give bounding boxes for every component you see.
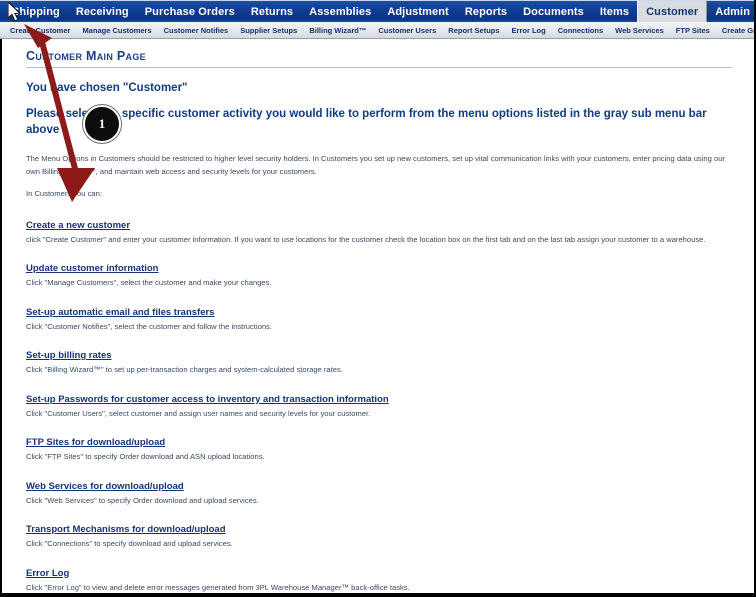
nav-item-label: Documents [523,5,584,18]
list-item: FTP Sites for download/upload Click "FTP… [26,432,732,464]
subnav-item-billing-wizard[interactable]: Billing Wizard™ [303,26,372,35]
subnav-item-label: Billing Wizard™ [309,25,367,35]
title-divider [26,67,732,68]
subnav-item-label: Customer Notifies [163,25,229,35]
primary-navigation-bar: Shipping Receiving Purchase Orders Retur… [0,0,756,22]
subnav-item-customer-notifies[interactable]: Customer Notifies [158,26,235,35]
entry-description: Click "Error Log" to view and delete err… [26,582,410,592]
subnav-item-report-setups[interactable]: Report Setups [442,26,505,35]
page-content: Customer Main Page You have chosen "Cust… [0,39,756,593]
entry-description: Click "Connections" to specify download … [26,539,233,549]
link-setup-billing-rates[interactable]: Set-up billing rates [26,350,112,361]
subnav-item-error-log[interactable]: Error Log [506,26,552,35]
nav-item-adjustment[interactable]: Adjustment [379,1,457,22]
instruction-heading: Please select the specific customer acti… [26,108,707,136]
subnav-item-create-group[interactable]: Create Group [716,26,756,35]
subnav-item-label: Supplier Setups [240,25,298,35]
subnav-item-label: Report Setups [448,25,500,35]
nav-item-assemblies[interactable]: Assemblies [301,1,379,22]
list-item: Set-up Passwords for customer access to … [26,389,732,421]
nav-item-items[interactable]: Items [592,1,637,22]
nav-item-receiving[interactable]: Receiving [68,1,137,22]
nav-item-reports[interactable]: Reports [457,1,515,22]
list-item: Update customer information Click "Manag… [26,258,732,290]
entry-description: Click "Billing Wizard™" to set up per-tr… [26,365,343,375]
link-create-a-new-customer[interactable]: Create a new customer [26,220,130,231]
link-update-customer-information[interactable]: Update customer information [26,263,159,274]
application-screen: Shipping Receiving Purchase Orders Retur… [0,0,756,597]
page-title: Customer Main Page [26,49,146,63]
secondary-navigation-bar: Create Customer Manage Customers Custome… [0,22,756,39]
entry-description: click "Create Customer" and enter your c… [26,234,706,244]
nav-item-label: Adjustment [387,5,449,18]
nav-item-purchase-orders[interactable]: Purchase Orders [137,1,243,22]
nav-item-returns[interactable]: Returns [243,1,301,22]
subnav-item-label: Create Customer [10,25,71,35]
list-item: Web Services for download/upload Click "… [26,476,732,508]
link-setup-passwords-for-customer-access[interactable]: Set-up Passwords for customer access to … [26,394,389,405]
link-ftp-sites-for-download-upload[interactable]: FTP Sites for download/upload [26,437,165,448]
subnav-item-label: Manage Customers [82,25,152,35]
nav-item-label: Customer [646,5,699,18]
nav-item-label: Assemblies [309,5,372,18]
entry-description: Click "Customer Users", select customer … [26,408,371,418]
link-web-services-for-download-upload[interactable]: Web Services for download/upload [26,481,184,492]
subnav-item-label: Web Services [615,25,664,35]
nav-item-label: Reports [464,5,508,18]
frame-border-bottom [0,593,756,597]
subnav-item-create-customer[interactable]: Create Customer [4,26,76,35]
nav-item-label: Purchase Orders [144,5,235,18]
subnav-item-web-services[interactable]: Web Services [609,26,670,35]
subnav-item-connections[interactable]: Connections [552,26,609,35]
nav-item-customer[interactable]: Customer [637,1,708,22]
nav-item-shipping[interactable]: Shipping [4,1,68,22]
entry-description: Click "Web Services" to specify Order do… [26,495,259,505]
entry-description: Click "Manage Customers", select the cus… [26,278,272,288]
list-intro-text: In Customers you can: [26,188,102,198]
nav-item-documents[interactable]: Documents [515,1,592,22]
list-item: Error Log Click "Error Log" to view and … [26,563,732,593]
subnav-item-label: Connections [557,25,604,35]
nav-item-label: Shipping [12,5,60,18]
subnav-item-label: Error Log [511,25,546,35]
link-setup-automatic-email-and-files-transfers[interactable]: Set-up automatic email and files transfe… [26,307,214,318]
overview-paragraph: The Menu Options in Customers should be … [26,154,725,177]
list-item: Transport Mechanisms for download/upload… [26,519,732,551]
nav-item-admin[interactable]: Admin [707,1,756,22]
list-item: Set-up billing rates Click "Billing Wiza… [26,345,732,377]
chosen-module-heading: You have chosen "Customer" [26,82,188,94]
frame-border-left [0,39,2,597]
subnav-item-customer-users[interactable]: Customer Users [372,26,442,35]
list-item: Set-up automatic email and files transfe… [26,302,732,334]
link-error-log[interactable]: Error Log [26,568,69,579]
subnav-item-manage-customers[interactable]: Manage Customers [76,26,157,35]
subnav-item-label: Customer Users [378,25,437,35]
nav-item-label: Receiving [75,5,129,18]
subnav-item-label: Create Group [721,25,756,35]
entry-description: Click "Customer Notifies", select the cu… [26,321,272,331]
subnav-item-label: FTP Sites [675,25,710,35]
nav-item-label: Admin [715,5,751,18]
page-body: Customer Main Page You have chosen "Cust… [0,39,756,593]
nav-item-label: Items [599,5,630,18]
list-item: Create a new customer click "Create Cust… [26,215,732,247]
link-transport-mechanisms-for-download-upload[interactable]: Transport Mechanisms for download/upload [26,524,226,535]
nav-item-label: Returns [250,5,294,18]
subnav-item-ftp-sites[interactable]: FTP Sites [670,26,716,35]
entry-description: Click "FTP Sites" to specify Order downl… [26,452,265,462]
subnav-item-supplier-setups[interactable]: Supplier Setups [234,26,303,35]
